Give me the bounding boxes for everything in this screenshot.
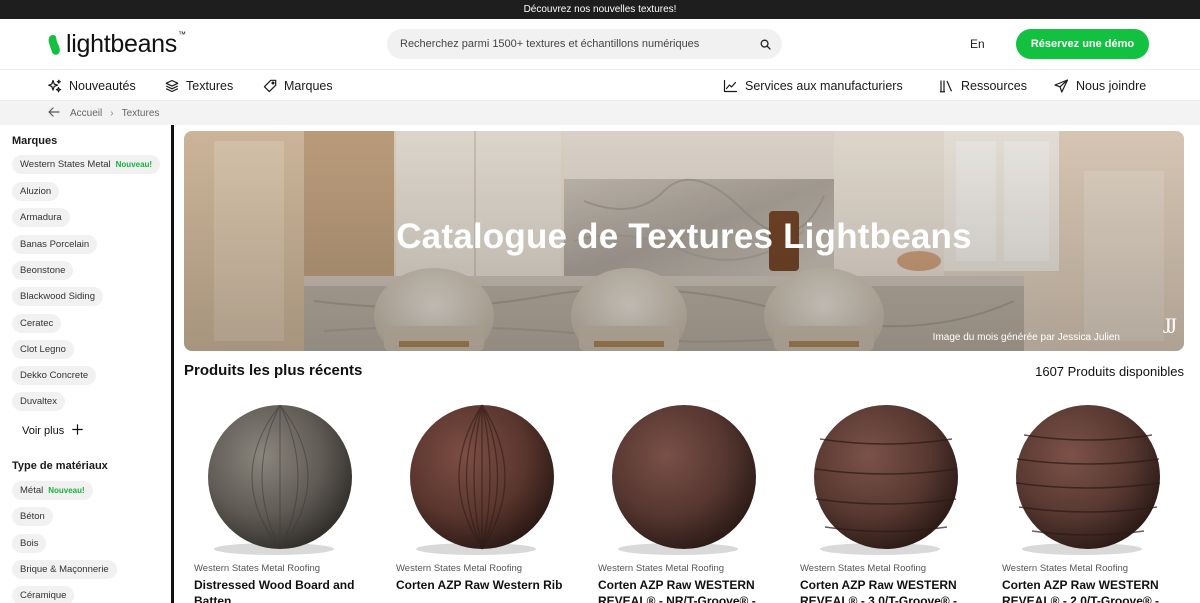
recent-products-heading: Produits les plus récents (184, 362, 363, 379)
material-filter-ceramique[interactable]: Céramique (12, 586, 75, 603)
search-input[interactable]: Recherchez parmi 1500+ textures et échan… (400, 38, 753, 50)
product-brand: Western States Metal Roofing (194, 563, 321, 574)
chip-label: Beonstone (20, 265, 66, 276)
main-nav: Nouveautés Textures Marques Services aux… (0, 70, 1200, 101)
chip-label: Blackwood Siding (20, 291, 95, 302)
brand-filter-beonstone[interactable]: Beonstone (12, 261, 74, 280)
product-card[interactable]: Western States Metal Roofing Corten AZP … (386, 395, 572, 603)
hero-credit: Image du mois générée par Jessica Julien (932, 332, 1120, 343)
product-name[interactable]: Corten AZP Raw WESTERN REVEAL® - 3.0/T-G… (800, 577, 980, 603)
nav-label: Nouveautés (69, 78, 136, 93)
brand-filter-armadura[interactable]: Armadura (12, 208, 70, 227)
breadcrumb: Accueil › Textures (0, 101, 1200, 125)
site-header: lightbeans™ Recherchez parmi 1500+ textu… (0, 19, 1200, 70)
sparkles-icon (48, 79, 62, 93)
product-card[interactable]: Western States Metal Roofing Corten AZP … (588, 395, 774, 603)
lightbeans-logo-icon (48, 34, 62, 56)
artist-monogram: JJ (1162, 313, 1177, 338)
product-brand: Western States Metal Roofing (800, 563, 927, 574)
chip-label: Dekko Concrete (20, 370, 89, 381)
new-badge: Nouveau! (115, 160, 153, 169)
layers-icon (165, 79, 179, 93)
brand-filter-ceratec[interactable]: Ceratec (12, 314, 62, 333)
product-texture-preview (208, 404, 352, 555)
brands-heading: Marques (12, 135, 58, 147)
chart-line-icon (723, 79, 738, 93)
nav-label: Marques (284, 78, 333, 93)
language-switch[interactable]: En (970, 37, 985, 51)
nav-item-nouveautes[interactable]: Nouveautés (48, 70, 136, 101)
chip-label: Armadura (20, 212, 62, 223)
search-bar[interactable]: Recherchez parmi 1500+ textures et échan… (387, 29, 782, 59)
product-texture-preview (612, 405, 756, 555)
search-icon[interactable] (753, 32, 777, 56)
library-icon (939, 79, 954, 93)
product-texture-preview (1015, 405, 1161, 555)
product-texture-preview (410, 404, 554, 555)
breadcrumb-current: Textures (121, 107, 160, 119)
chip-label: Aluzion (20, 186, 52, 197)
breadcrumb-home[interactable]: Accueil (70, 108, 102, 119)
material-filter-beton[interactable]: Béton (12, 507, 53, 526)
chip-label: Brique & Maçonnerie (20, 564, 109, 575)
nav-item-textures[interactable]: Textures (165, 70, 233, 101)
brand-filter-blackwood-siding[interactable]: Blackwood Siding (12, 287, 103, 306)
brand-filter-aluzion[interactable]: Aluzion (12, 182, 60, 201)
send-icon (1054, 78, 1069, 93)
brand-filter-clot-legno[interactable]: Clot Legno (12, 340, 74, 359)
nav-label: Textures (186, 78, 234, 93)
nav-item-services[interactable]: Services aux manufacturiers (723, 70, 903, 101)
hero-title: Catalogue de Textures Lightbeans (396, 217, 972, 256)
arrow-left-icon[interactable] (48, 106, 60, 120)
product-card[interactable]: Western States Metal Roofing Corten AZP … (790, 395, 976, 603)
see-more-label: Voir plus (22, 425, 65, 437)
products-count: 1607 Produits disponibles (1035, 364, 1184, 379)
logo[interactable]: lightbeans™ (48, 30, 186, 59)
chip-label: Métal (20, 485, 44, 496)
chip-label: Céramique (20, 590, 67, 601)
filter-sidebar: Marques Western States Metal Nouveau! Al… (0, 125, 174, 603)
product-brand: Western States Metal Roofing (598, 563, 725, 574)
material-filter-metal[interactable]: Métal Nouveau! (12, 481, 93, 500)
product-card[interactable]: Western States Metal Roofing Distressed … (184, 395, 370, 603)
chip-label: Western States Metal (20, 159, 111, 170)
chip-label: Béton (20, 511, 45, 522)
material-type-heading: Type de matériaux (12, 460, 108, 472)
chip-label: Bois (20, 538, 39, 549)
chip-label: Banas Porcelain (20, 239, 90, 250)
tag-icon (263, 79, 277, 93)
nav-item-contact[interactable]: Nous joindre (1054, 70, 1146, 101)
nav-label: Nous joindre (1076, 78, 1147, 93)
hero-banner: Catalogue de Textures Lightbeans Image d… (184, 131, 1184, 351)
new-badge: Nouveau! (48, 486, 85, 495)
announcement-bar[interactable]: Découvrez nos nouvelles textures! (0, 0, 1200, 19)
logo-text: lightbeans™ (66, 30, 186, 58)
chip-label: Clot Legno (20, 344, 66, 355)
product-texture-preview (814, 405, 958, 555)
material-filter-bois[interactable]: Bois (12, 534, 47, 553)
brand-filter-banas-porcelain[interactable]: Banas Porcelain (12, 235, 98, 254)
nav-label: Ressources (961, 78, 1027, 93)
product-name[interactable]: Corten AZP Raw WESTERN REVEAL® - NR/T-Gr… (598, 577, 778, 603)
plus-icon (72, 424, 84, 438)
see-more-brands-button[interactable]: Voir plus (22, 424, 84, 438)
chip-label: Ceratec (20, 318, 54, 329)
chip-label: Duvaltex (20, 396, 57, 407)
breadcrumb-separator: › (110, 107, 114, 119)
product-card[interactable]: Western States Metal Roofing Corten AZP … (992, 395, 1178, 603)
nav-item-marques[interactable]: Marques (263, 70, 333, 101)
brand-filter-dekko-concrete[interactable]: Dekko Concrete (12, 366, 97, 385)
product-name[interactable]: Corten AZP Raw Western Rib (396, 577, 576, 593)
book-demo-button[interactable]: Réservez une démo (1016, 29, 1149, 59)
material-filter-brique-maconnerie[interactable]: Brique & Maçonnerie (12, 560, 117, 579)
product-brand: Western States Metal Roofing (396, 563, 523, 574)
product-name[interactable]: Corten AZP Raw WESTERN REVEAL® - 2.0/T-G… (1002, 577, 1182, 603)
nav-item-ressources[interactable]: Ressources (939, 70, 1027, 101)
announcement-text[interactable]: Découvrez nos nouvelles textures! (524, 4, 677, 15)
brand-filter-duvaltex[interactable]: Duvaltex (12, 392, 65, 411)
nav-label: Services aux manufacturiers (745, 78, 903, 93)
brand-filter-western-states-metal[interactable]: Western States Metal Nouveau! (12, 155, 161, 174)
product-brand: Western States Metal Roofing (1002, 563, 1129, 574)
product-name[interactable]: Distressed Wood Board and Batten (194, 577, 374, 603)
